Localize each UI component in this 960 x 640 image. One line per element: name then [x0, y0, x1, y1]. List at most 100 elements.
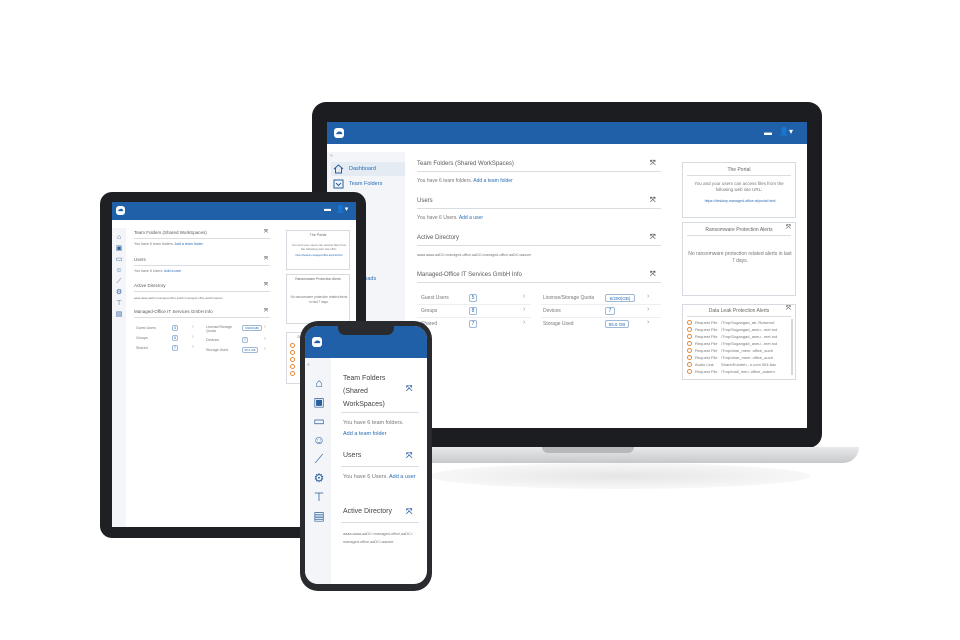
phone-screen: ☁ « ⌂ ▣ ▭ ☺ ⟋ ⚙ ⊤ ▤ Team Folders (Shared WorkSp…	[305, 326, 427, 584]
scrollbar[interactable]	[791, 319, 793, 375]
info-label: License/Storage Quota	[206, 325, 232, 333]
collapse-icon[interactable]: ⤧	[406, 451, 412, 461]
dlp-alert-row[interactable]: Request File/Tmp/obar_mem..office_auch	[687, 354, 787, 361]
info-label: Storage Used	[206, 348, 228, 352]
dlp-alert-row[interactable]: Request File/Tmp/obar_mem..office_auch	[687, 347, 787, 354]
folder-icon[interactable]: ▬	[324, 206, 331, 213]
info-row[interactable]: Shared 7 ›	[134, 344, 200, 354]
add-user-link[interactable]: Add a user	[164, 269, 181, 273]
cloud-icon[interactable]: ☁	[312, 337, 322, 347]
alert-icon	[687, 334, 692, 340]
ransomware-text: No ransomware protection related alerts …	[290, 295, 348, 304]
info-row[interactable]: Groups 8 ›	[134, 334, 200, 344]
divider	[687, 316, 791, 317]
cloud-icon[interactable]: ☁	[116, 206, 125, 215]
sidebar-item-team-folders[interactable]: Team Folders	[331, 177, 405, 191]
add-user-link[interactable]: Add a user	[459, 215, 483, 221]
collapse-icon[interactable]: ⤧	[786, 225, 791, 232]
ransomware-panel: Ransomware Protection Alerts No ransomwa…	[286, 274, 350, 324]
dlp-alert-row[interactable]: Request File/Tmp/Sugangad_aneu...met.rcd	[687, 333, 787, 340]
info-label: Guest Users	[136, 326, 156, 330]
collapse-icon[interactable]: ⤧	[406, 384, 412, 394]
users-title: Users	[134, 257, 146, 262]
collapse-icon[interactable]: ⤧	[264, 229, 268, 235]
alert-icon	[687, 369, 692, 375]
tablet-sidebar-icons[interactable]: ⌂ ▣ ▭ ☺ ⟋ ⚙ ⊤ ▤	[114, 232, 124, 320]
portal-title: The Portal	[727, 167, 751, 173]
add-team-folder-link[interactable]: Add a team folder	[174, 242, 202, 246]
sidebar-toggle-icon[interactable]: «	[307, 362, 310, 368]
collapse-icon[interactable]: ⤧	[650, 160, 656, 168]
add-team-folder-link[interactable]: Add a team folder	[343, 431, 386, 437]
dlp-list: Request File/Tmp/Sugangad_ab..Rulserod Re…	[687, 319, 787, 375]
info-row[interactable]: License/Storage Quota 6/200(GB) ›	[204, 324, 270, 336]
info-label: Groups	[136, 336, 148, 340]
info-row[interactable]: Storage Used 55.6 GB ›	[541, 318, 661, 331]
info-title: Managed-Office IT Services GmbH Info	[134, 309, 213, 314]
phone-sidebar-icons[interactable]: ⌂ ▣ ▭ ☺ ⟋ ⚙ ⊤ ▤	[311, 374, 327, 526]
collapse-icon[interactable]: ⤧	[406, 507, 412, 517]
chevron-right-icon: ›	[264, 324, 266, 330]
portal-text: You and your users can access files from…	[291, 243, 347, 251]
sidebar-item-dashboard[interactable]: Dashboard	[331, 162, 405, 176]
team-folders-text: You have 6 team folders.	[417, 178, 473, 184]
dlp-alert-row[interactable]: Request File/Tmp/Sugangad_aneu...met.rcd	[687, 326, 787, 333]
dlp-alert-path: /Tmp/Sugangad_aneu...met.rcd	[721, 334, 778, 339]
dlp-alert-type: Request File	[695, 341, 718, 346]
divider	[417, 245, 661, 246]
team-folders-title: Team Folders (Shared WorkSpaces)	[134, 230, 207, 235]
info-row[interactable]: Shared 7 ›	[417, 318, 531, 331]
dlp-alert-type: Request File	[695, 369, 718, 374]
info-label: Storage Used	[543, 321, 574, 327]
chevron-right-icon: ›	[523, 306, 526, 313]
collapse-icon[interactable]: ⤧	[264, 308, 268, 314]
add-user-link[interactable]: Add a user	[389, 474, 416, 480]
info-title: Managed-Office IT Services GmbH Info	[417, 272, 522, 278]
user-icon[interactable]: 👤▾	[779, 127, 797, 138]
info-row[interactable]: Groups 8 ›	[417, 305, 531, 318]
users-title: Users	[417, 198, 433, 204]
divider	[134, 265, 270, 266]
ransomware-text: No ransomware protection related alerts …	[688, 251, 792, 264]
cloud-icon[interactable]: ☁	[334, 128, 344, 138]
dlp-alert-row[interactable]: Request File/Tmp/Sugangad_ab..Rulserod	[687, 319, 787, 326]
dlp-alert-row[interactable]: Audio Link Share/Kundeh...n.com 554.6ac	[687, 361, 787, 368]
sidebar-toggle-icon[interactable]: «	[330, 153, 333, 159]
dlp-alert-path: /Tmp/obar_mem..office_auch	[721, 355, 773, 360]
chevron-right-icon: ›	[192, 334, 194, 340]
collapse-icon[interactable]: ⤧	[264, 256, 268, 262]
collapse-icon[interactable]: ⤧	[264, 282, 268, 288]
collapse-icon[interactable]: ⤧	[650, 271, 656, 279]
active-directory-title: Active Directory	[417, 235, 460, 241]
info-row[interactable]: Devices 7 ›	[541, 305, 661, 318]
dlp-alert-row[interactable]: Request File/Tmp/Sugangad_aneu...met.rcd	[687, 340, 787, 347]
info-row[interactable]: License/Storage Quota 6/200(GB) ›	[541, 292, 661, 305]
info-row[interactable]: Storage Used 55.6 GB ›	[204, 346, 270, 356]
active-directory-dn: aaaa.aaaa,aaDC=managed-office,aaDC=manag…	[343, 532, 414, 544]
divider	[417, 208, 661, 209]
info-row[interactable]: Guest Users 5 ›	[134, 324, 200, 334]
add-team-folder-link[interactable]: Add a team folder	[473, 178, 512, 184]
info-label: License/Storage Quota	[543, 295, 595, 301]
info-row[interactable]: Devices 7 ›	[204, 336, 270, 346]
users-text: You have 6 Users.	[343, 474, 388, 480]
team-folders-title: Team Folders (Shared WorkSpaces)	[343, 375, 386, 408]
info-value: 7	[469, 320, 477, 328]
collapse-icon[interactable]: ⤧	[786, 306, 791, 313]
portal-panel: The Portal You and your users can access…	[682, 162, 796, 218]
info-right-column: License/Storage Quota 6/200(GB) › Devices 7…	[204, 324, 270, 356]
info-row[interactable]: Guest Users 5 ›	[417, 292, 531, 305]
user-icon[interactable]: 👤▾	[336, 205, 348, 213]
portal-url-link[interactable]: https://desktop.managed-office.at/portal…	[289, 254, 349, 257]
dlp-alert-row[interactable]: Request File/Tmp/mail_men..office_aubem	[687, 368, 787, 375]
folder-icon[interactable]: ▬	[764, 128, 774, 137]
info-value: 5	[469, 294, 477, 302]
alert-icon	[687, 362, 692, 368]
users-count: You have 6 Users. Add a user	[343, 472, 417, 483]
chevron-right-icon: ›	[192, 324, 194, 330]
portal-url-link[interactable]: https://desktop.managed-office.at/portal…	[689, 199, 791, 203]
collapse-icon[interactable]: ⤧	[650, 197, 656, 205]
users-text: You have 6 Users.	[417, 215, 458, 221]
info-left-column: Guest Users 5 › Groups 8 › Shared 7 ›	[134, 324, 200, 354]
collapse-icon[interactable]: ⤧	[650, 234, 656, 242]
